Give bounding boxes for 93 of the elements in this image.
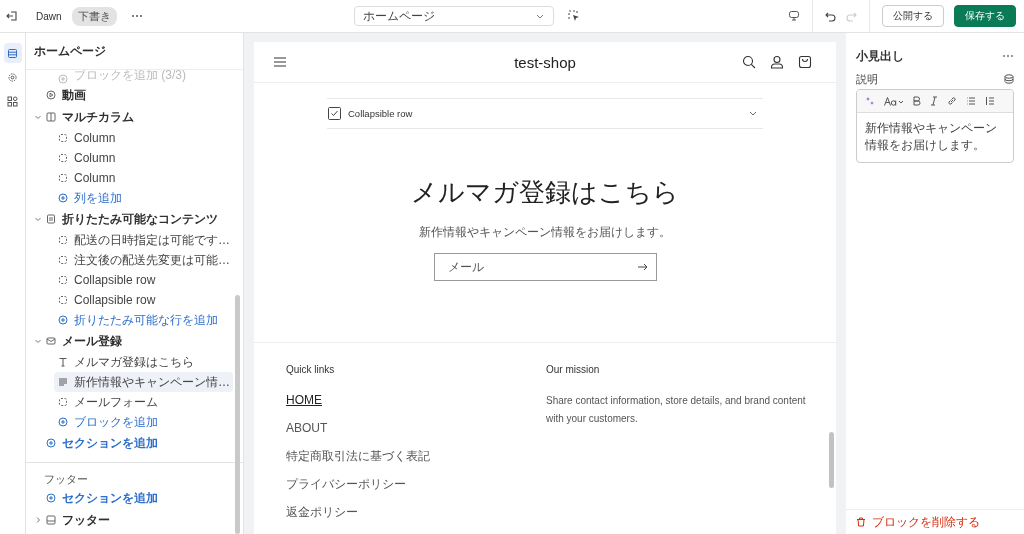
sections-icon <box>7 47 18 59</box>
device-icon[interactable] <box>788 10 800 22</box>
dashed-square-icon <box>58 235 68 245</box>
checkbox-icon <box>328 107 341 120</box>
italic-icon[interactable] <box>930 96 938 106</box>
page-select[interactable]: ホームページ <box>354 6 554 26</box>
columns-icon <box>46 112 56 122</box>
block-item[interactable]: Collapsible row <box>26 270 233 290</box>
mail-icon <box>46 336 56 346</box>
footer-link[interactable]: 特定商取引法に基づく表記 <box>286 448 430 464</box>
plus-circle-icon <box>46 493 56 503</box>
mission-text: Share contact information, store details, and brand content with your customers. <box>546 394 807 426</box>
font-size-icon[interactable] <box>884 96 904 106</box>
dashed-square-icon <box>58 255 68 265</box>
exit-icon[interactable] <box>6 10 18 22</box>
dashed-square-icon <box>58 153 68 163</box>
field-label: 説明 <box>856 71 878 87</box>
section-item[interactable]: 動画 <box>26 84 233 106</box>
plus-circle-icon <box>58 417 68 427</box>
status-badge: 下書き <box>71 6 117 26</box>
arrow-icon[interactable] <box>637 263 648 271</box>
link-icon[interactable] <box>947 96 957 106</box>
scrollbar[interactable] <box>829 432 834 488</box>
plus-circle-icon <box>58 193 68 203</box>
caret-icon <box>536 13 544 19</box>
newsletter-heading: メルマガ登録はこちら <box>411 176 679 209</box>
more-icon[interactable] <box>130 14 143 18</box>
trash-icon <box>856 517 866 527</box>
account-icon[interactable] <box>770 55 784 69</box>
newsletter-text: 新作情報やキャンペーン情報をお届けします。 <box>419 224 671 241</box>
dashed-square-icon <box>58 295 68 305</box>
section-item[interactable]: メール登録 <box>26 330 233 352</box>
block-item[interactable]: Collapsible row <box>26 290 233 310</box>
search-icon[interactable] <box>742 55 756 69</box>
section-item[interactable]: マルチカラム <box>26 106 233 128</box>
inspector-icon[interactable] <box>568 10 580 22</box>
sidebar-title: ホームページ <box>26 33 243 70</box>
plus-circle-icon <box>46 438 56 448</box>
footer-heading: Our mission <box>546 364 601 377</box>
plus-circle-icon <box>58 74 68 84</box>
block-item[interactable]: Column <box>26 148 233 168</box>
store-name[interactable]: test-shop <box>514 53 576 71</box>
save-button[interactable]: 保存する <box>954 5 1016 27</box>
block-item[interactable]: 新作情報やキャンペーン情… <box>54 372 233 392</box>
rich-text-editor[interactable]: 新作情報やキャンペーン情報をお届けします。 <box>856 89 1014 163</box>
sparkle-icon[interactable] <box>865 96 875 106</box>
theme-name: Dawn <box>36 10 62 22</box>
undo-icon[interactable] <box>825 10 836 22</box>
add-block-button[interactable]: 列を追加 <box>26 188 233 208</box>
dashed-square-icon <box>58 133 68 143</box>
apps-icon <box>7 95 18 107</box>
more-icon[interactable] <box>1002 54 1014 58</box>
bold-icon[interactable] <box>913 96 921 106</box>
block-item[interactable]: Column <box>26 128 233 148</box>
play-icon <box>46 90 56 100</box>
scrollbar[interactable] <box>235 295 240 534</box>
numbered-list-icon[interactable] <box>985 96 995 106</box>
text-icon <box>58 357 68 367</box>
paragraph-icon <box>58 377 68 387</box>
panel-title: 小見出し <box>856 47 904 65</box>
dashed-square-icon <box>58 397 68 407</box>
footer-link[interactable]: ABOUT <box>286 420 328 436</box>
email-field[interactable]: メール <box>433 253 657 281</box>
accordion-row[interactable]: Collapsible row <box>327 98 763 129</box>
group-label: フッター <box>43 471 89 487</box>
sections-button[interactable] <box>3 43 22 63</box>
footer-link[interactable]: HOME <box>286 392 322 408</box>
database-icon[interactable] <box>1004 74 1014 84</box>
block-item[interactable]: メールフォーム <box>26 392 233 412</box>
layout-icon <box>46 515 56 525</box>
add-section-button[interactable]: セクションを追加 <box>26 487 233 509</box>
add-section-button[interactable]: セクションを追加 <box>26 432 233 454</box>
settings-icon <box>7 71 18 83</box>
block-item[interactable]: Column <box>26 168 233 188</box>
footer-link[interactable]: 返金ポリシー <box>286 504 358 520</box>
menu-icon[interactable] <box>273 56 287 68</box>
dashed-square-icon <box>58 173 68 183</box>
footer-heading: Quick links <box>286 364 335 377</box>
section-item[interactable]: フッター <box>26 509 233 531</box>
plus-circle-icon <box>58 315 68 325</box>
block-item[interactable]: 注文後の配送先変更は可能… <box>26 250 233 270</box>
section-item[interactable]: 折りたたみ可能なコンテンツ <box>26 208 233 230</box>
publish-button[interactable]: 公開する <box>882 5 944 27</box>
cart-icon[interactable] <box>798 55 812 69</box>
add-block-button[interactable]: 折りたたみ可能な行を追加 <box>26 310 233 330</box>
chevron-icon <box>749 111 757 116</box>
footer-link[interactable]: プライバシーポリシー <box>286 476 406 492</box>
dashed-square-icon <box>58 275 68 285</box>
add-block-button[interactable]: ブロックを追加 <box>26 412 233 432</box>
block-item[interactable]: メルマガ登録はこちら <box>26 352 233 372</box>
block-item[interactable]: 配送の日時指定は可能です… <box>26 230 233 250</box>
delete-block-button[interactable]: ブロックを削除する <box>856 513 980 531</box>
list-icon <box>46 214 56 224</box>
